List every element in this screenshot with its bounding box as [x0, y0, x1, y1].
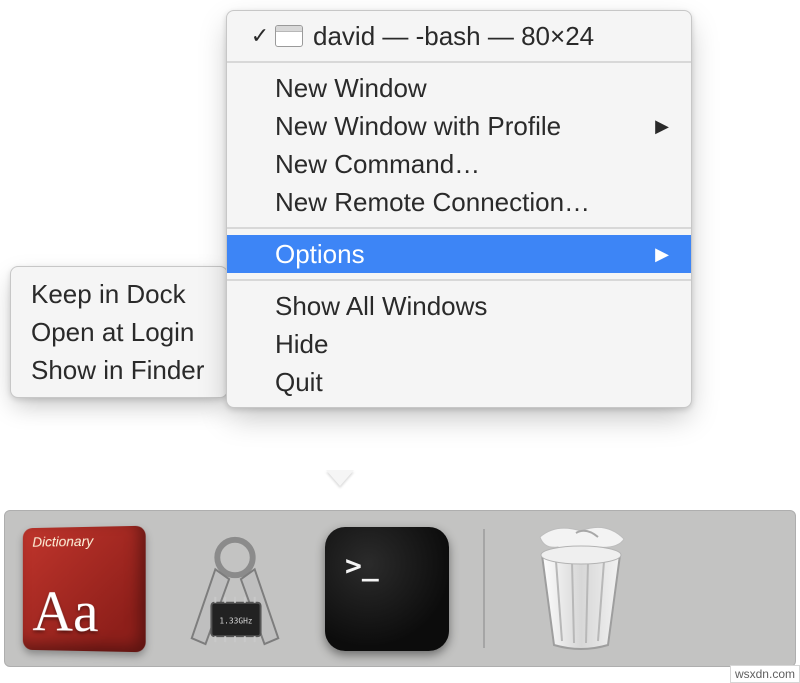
menu-item-show-in-finder[interactable]: Show in Finder [11, 351, 227, 389]
dock-app-dictionary[interactable]: Dictionary Aa [23, 525, 146, 652]
current-window-label: david — -bash — 80×24 [313, 21, 669, 52]
svg-text:1.33GHz: 1.33GHz [219, 616, 252, 625]
menu-divider [227, 61, 691, 63]
dictionary-ribbon: Dictionary [32, 532, 135, 550]
menu-divider [227, 279, 691, 281]
menu-item-quit[interactable]: Quit [227, 363, 691, 401]
menu-item-current-window[interactable]: ✓ david — -bash — 80×24 [227, 17, 691, 55]
menu-item-new-window-profile[interactable]: New Window with Profile ▶ [227, 107, 691, 145]
options-submenu: Keep in Dock Open at Login Show in Finde… [10, 266, 228, 398]
dock-trash[interactable] [519, 527, 643, 651]
watermark: wsxdn.com [730, 665, 800, 683]
dock: Dictionary Aa 1.33GHz >_ [4, 510, 796, 667]
terminal-prompt-icon: >_ [345, 549, 379, 582]
dictionary-letters: Aa [32, 582, 135, 641]
submenu-arrow-icon: ▶ [655, 116, 669, 137]
menu-item-options[interactable]: Options ▶ [227, 235, 691, 273]
menu-item-open-at-login[interactable]: Open at Login [11, 313, 227, 351]
dock-app-terminal[interactable]: >_ [325, 527, 449, 651]
trash-icon [526, 527, 636, 651]
menu-item-show-all-windows[interactable]: Show All Windows [227, 287, 691, 325]
submenu-arrow-icon: ▶ [655, 244, 669, 265]
dock-context-menu: ✓ david — -bash — 80×24 New Window New W… [226, 10, 692, 408]
menu-item-keep-in-dock[interactable]: Keep in Dock [11, 275, 227, 313]
menu-item-new-command[interactable]: New Command… [227, 145, 691, 183]
menu-item-hide[interactable]: Hide [227, 325, 691, 363]
menu-divider [227, 227, 691, 229]
menu-item-new-window[interactable]: New Window [227, 69, 691, 107]
calipers-chip-icon: 1.33GHz [176, 530, 294, 648]
dock-separator [483, 529, 485, 648]
checkmark-icon: ✓ [245, 23, 275, 49]
window-icon [275, 25, 303, 47]
menu-pointer-icon [326, 470, 354, 486]
dock-app-system-information[interactable]: 1.33GHz [173, 527, 297, 651]
menu-item-new-remote-connection[interactable]: New Remote Connection… [227, 183, 691, 221]
